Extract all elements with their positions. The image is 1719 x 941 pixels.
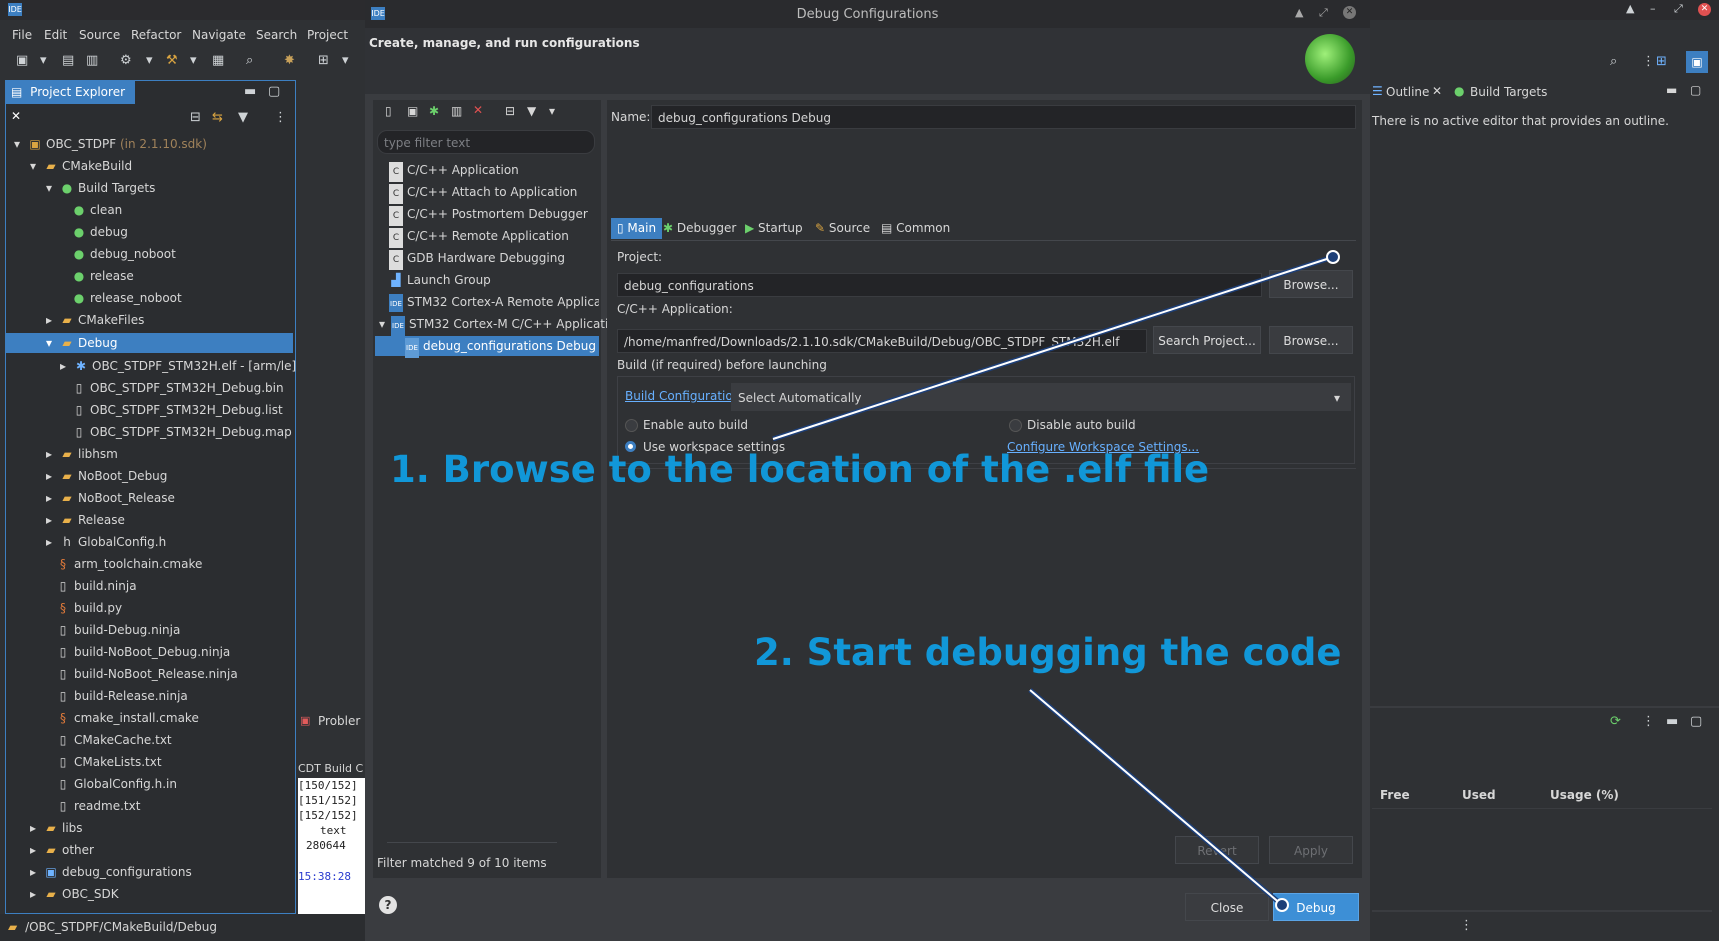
screenshot-frame: IDE File Edit Source Refactor Navigate S… bbox=[0, 0, 1719, 941]
arrow-1-line-inner bbox=[772, 256, 1334, 440]
annotation-step-1: 1. Browse to the location of the .elf fi… bbox=[390, 448, 1210, 491]
annotation-step-2: 2. Start debugging the code bbox=[754, 631, 1342, 674]
arrow-1-target bbox=[1326, 250, 1340, 264]
arrow-2-target bbox=[1275, 898, 1289, 912]
arrow-2-line-inner bbox=[1029, 689, 1283, 906]
